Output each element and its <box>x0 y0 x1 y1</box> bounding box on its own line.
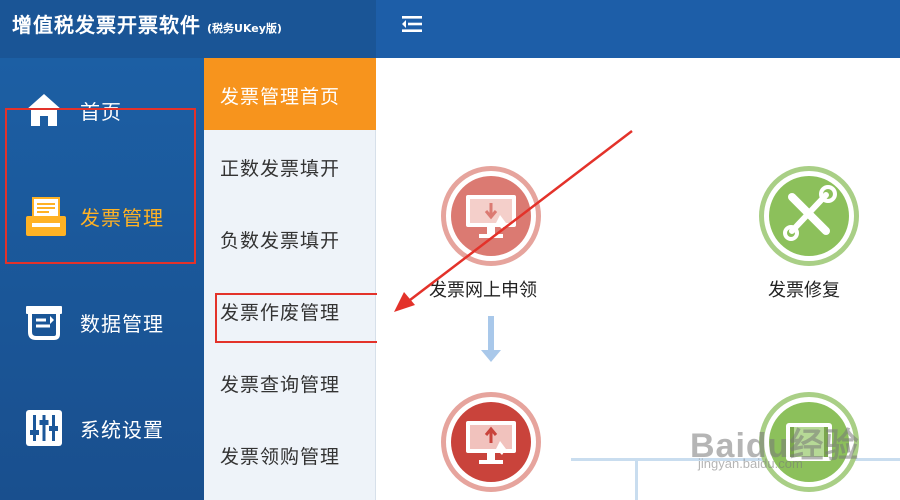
brand-area: 增值税发票开票软件 (税务UKey版) <box>0 0 376 58</box>
submenu-item-invoice-void[interactable]: 发票作废管理 <box>204 274 376 346</box>
monitor-upload-icon <box>441 392 541 492</box>
submenu-item-label: 发票查询管理 <box>220 374 341 396</box>
top-bar: 增值税发票开票软件 (税务UKey版) <box>0 0 900 58</box>
submenu-item-label: 正数发票填开 <box>220 158 341 180</box>
nav-item-label: 数据管理 <box>80 312 164 336</box>
data-management-icon <box>24 302 64 342</box>
feature-invoice-repair[interactable]: 发票修复 <box>717 58 897 308</box>
primary-nav: 首页 发票管理 数据管理 系统设置 <box>0 58 204 500</box>
submenu-item-positive-invoice[interactable]: 正数发票填开 <box>204 130 376 202</box>
app-subtitle: (税务UKey版) <box>207 22 282 35</box>
app-title: 增值税发票开票软件 (税务UKey版) <box>12 9 282 38</box>
invoice-printer-icon <box>24 196 66 236</box>
nav-item-home[interactable]: 首页 <box>0 58 204 164</box>
submenu-item-label: 发票作废管理 <box>220 302 341 324</box>
feature-film-document[interactable] <box>717 388 897 500</box>
submenu-item-label: 发票领购管理 <box>220 446 341 468</box>
submenu-item-label: 发票管理首页 <box>220 86 341 108</box>
submenu-item-invoice-home[interactable]: 发票管理首页 <box>204 58 376 130</box>
nav-item-label: 首页 <box>80 100 122 124</box>
submenu-item-invoice-purchase[interactable]: 发票领购管理 <box>204 418 376 490</box>
nav-item-label: 发票管理 <box>80 206 164 230</box>
flow-line <box>635 458 638 500</box>
film-document-icon <box>759 392 859 492</box>
nav-item-label: 系统设置 <box>80 418 164 442</box>
nav-item-system-settings[interactable]: 系统设置 <box>0 376 204 482</box>
feature-invoice-upload[interactable] <box>377 388 597 500</box>
app-title-text: 增值税发票开票软件 <box>12 13 201 37</box>
home-icon <box>24 90 64 130</box>
submenu-item-label: 负数发票填开 <box>220 230 341 252</box>
nav-item-invoice-management[interactable]: 发票管理 <box>0 164 204 270</box>
main-content: 发票网上申领 发票修复 <box>377 58 900 500</box>
flow-arrow-icon <box>481 350 501 362</box>
secondary-menu: 发票管理首页 正数发票填开 负数发票填开 发票作废管理 发票查询管理 发票领购管… <box>204 58 376 500</box>
feature-label: 发票修复 <box>768 280 840 301</box>
collapse-menu-icon[interactable] <box>398 10 426 38</box>
settings-sliders-icon <box>24 408 64 448</box>
feature-label: 发票网上申领 <box>429 280 537 301</box>
nav-item-data-management[interactable]: 数据管理 <box>0 270 204 376</box>
wrench-screwdriver-icon <box>759 166 859 266</box>
submenu-item-negative-invoice[interactable]: 负数发票填开 <box>204 202 376 274</box>
feature-invoice-online-apply[interactable]: 发票网上申领 <box>377 58 597 308</box>
monitor-download-icon <box>441 166 541 266</box>
submenu-item-invoice-query[interactable]: 发票查询管理 <box>204 346 376 418</box>
